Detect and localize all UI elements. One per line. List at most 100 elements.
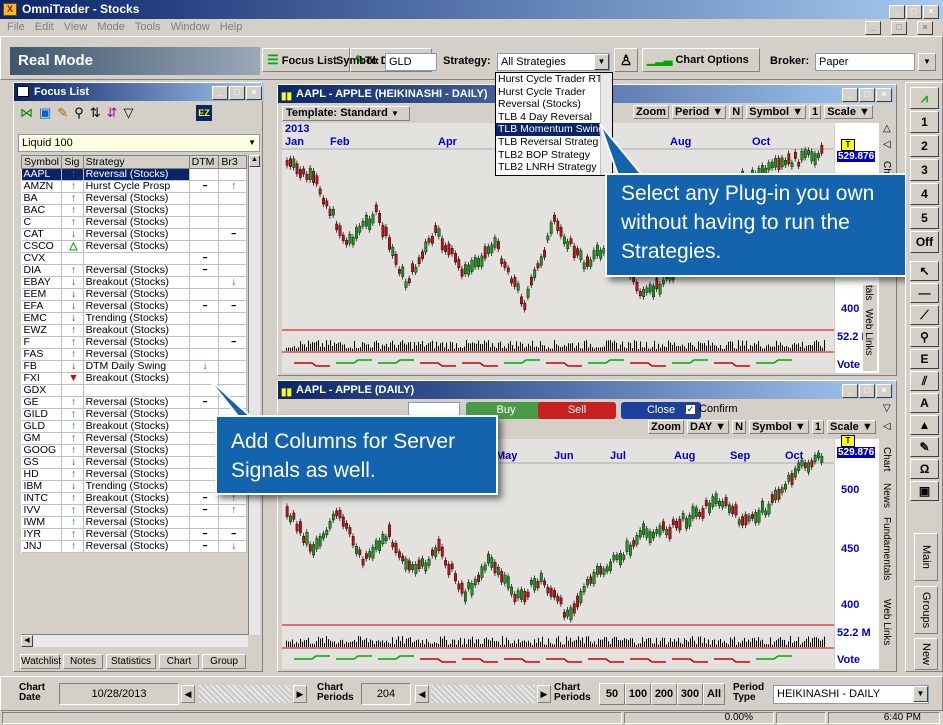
menu-window[interactable]: Window xyxy=(171,21,210,33)
table-row[interactable]: IYR ↑ Reversal (Stocks) ━ ━ xyxy=(21,528,247,541)
ez-button[interactable]: EZ xyxy=(196,105,212,121)
table-row[interactable]: CVX ━ xyxy=(21,252,247,265)
symbol-button[interactable]: Symbol ▼ xyxy=(746,105,806,119)
table-row[interactable]: DIA ↑ Reversal (Stocks) ━ xyxy=(21,264,247,277)
search-icon[interactable]: ⚲ xyxy=(74,105,90,120)
zoom-button[interactable]: Zoom xyxy=(633,105,669,119)
scroll-left-icon[interactable]: ◀ xyxy=(21,635,33,647)
scroll-up-icon[interactable]: ▲ xyxy=(249,155,260,167)
table-row[interactable]: EWZ ↑ Breakout (Stocks) xyxy=(21,324,247,337)
strategy-option[interactable]: TLB Momentum Swing xyxy=(496,123,600,136)
fib-icon[interactable]: ⚲ xyxy=(910,327,939,347)
toolbar-expand-button[interactable]: ▼ xyxy=(918,53,936,71)
close-button[interactable]: × xyxy=(923,4,939,19)
one-button[interactable]: 1 xyxy=(811,420,824,434)
chevron-down-icon[interactable]: ▼ xyxy=(594,54,609,70)
cursor-icon[interactable]: ↖ xyxy=(910,261,939,281)
strategy-option[interactable]: TLB2 LNRH Strategy xyxy=(496,161,600,174)
chart1-tab-fundamentals[interactable]: tals xyxy=(863,285,874,301)
user-icon[interactable]: ♙ xyxy=(614,48,638,72)
menu-edit[interactable]: Edit xyxy=(35,21,54,33)
eraser-icon[interactable]: ✎ xyxy=(910,437,939,457)
magnet-icon[interactable]: Ω xyxy=(910,459,939,479)
maximize-button[interactable]: □ xyxy=(906,4,922,19)
menu-file[interactable]: File xyxy=(7,21,25,33)
tab-main[interactable]: Main xyxy=(914,533,938,581)
table-row[interactable]: JNJ ↑ Reversal (Stocks) ━ ↓ xyxy=(21,540,247,553)
tab-watchlist[interactable]: Watchlist xyxy=(20,654,61,669)
table-row[interactable]: HD ↑ Reversal (Stocks) xyxy=(21,468,247,481)
column-header-br3[interactable]: Br3 xyxy=(218,155,247,169)
chevron-left-icon[interactable]: ◀ xyxy=(415,685,429,703)
chart-options-button[interactable]: ▁▂▃ Chart Options xyxy=(642,48,760,72)
tab-group[interactable]: Group xyxy=(202,654,246,669)
text-icon[interactable]: A xyxy=(910,393,939,413)
strategy-option[interactable]: TLB Reversal Strateg xyxy=(496,136,600,149)
line-icon[interactable]: — xyxy=(910,283,939,303)
table-row[interactable]: EFA ↓ Reversal (Stocks) ━ ━ xyxy=(21,300,247,313)
tab-chart[interactable]: Chart xyxy=(159,654,199,669)
mdi-close-button[interactable]: × xyxy=(917,21,933,36)
table-row[interactable]: GOOG↑Reversal (Stocks)↑ xyxy=(21,444,247,457)
chevron-left-icon[interactable]: ◀ xyxy=(181,685,195,703)
sort-icon[interactable]: ⇅ xyxy=(90,105,107,120)
table-row[interactable]: AMZN ↑ Hurst Cycle Prosp ━ ↑ xyxy=(21,180,247,193)
chart1-minimize-button[interactable]: _ xyxy=(842,88,858,103)
table-row[interactable]: FAS ↑ Reversal (Stocks) xyxy=(21,348,247,361)
menu-tools[interactable]: Tools xyxy=(135,21,161,33)
strategy-option[interactable]: TLB 4 Day Reversal xyxy=(496,111,600,124)
periods-300-button[interactable]: 300 xyxy=(677,683,703,705)
chart2-minimize-button[interactable]: _ xyxy=(842,384,858,399)
triangle-icon[interactable]: ▲ xyxy=(910,415,939,435)
table-row[interactable]: EBAY ↓ Breakout (Stocks) ↓ xyxy=(21,276,247,289)
chart2-tab-news[interactable]: News xyxy=(881,483,892,508)
chart2-close-button[interactable]: × xyxy=(876,384,892,399)
chevron-down-icon[interactable]: ▼ xyxy=(913,686,928,702)
watchlist-select[interactable]: Liquid 100 ▼ xyxy=(18,134,260,152)
table-row[interactable]: GM ↑ Reversal (Stocks) xyxy=(21,432,247,445)
symbol-input[interactable]: GLD xyxy=(385,53,437,71)
table-row[interactable]: CSCO △ Reversal (Stocks) xyxy=(21,240,247,253)
table-row[interactable]: GS↓Reversal (Stocks)━ xyxy=(21,456,247,469)
triangle-left-icon[interactable]: ◁ xyxy=(883,421,891,432)
tab-notes[interactable]: Notes xyxy=(63,654,103,669)
sell-button[interactable]: Sell xyxy=(538,402,616,419)
filter-icon[interactable]: ▽ xyxy=(124,105,140,120)
trendline-icon[interactable]: ⟋ xyxy=(910,305,939,325)
chart2-tab-chart[interactable]: Chart xyxy=(881,447,892,471)
strategy-option[interactable]: TLB2 BOP Strategy xyxy=(496,149,600,162)
menu-mode[interactable]: Mode xyxy=(97,21,125,33)
focus-minimize-button[interactable]: _ xyxy=(212,86,228,101)
one-button[interactable]: 1 xyxy=(809,105,822,119)
table-row[interactable]: BA ↑ Reversal (Stocks) xyxy=(21,192,247,205)
table-row[interactable]: IBM↓Trending (Stocks)↓ xyxy=(21,480,247,493)
table-row[interactable]: IWM ↑ Reversal (Stocks) xyxy=(21,516,247,529)
table-row[interactable]: IVV ↑ Reversal (Stocks) ━ ↑ xyxy=(21,504,247,517)
chevron-right-icon[interactable]: ▶ xyxy=(537,685,551,703)
table-row[interactable]: C ↑ Reversal (Stocks) xyxy=(21,216,247,229)
layout-button-off[interactable]: Off xyxy=(910,231,939,253)
tab-statistics[interactable]: Statistics xyxy=(106,654,156,669)
e-icon[interactable]: E xyxy=(910,349,939,369)
table-row[interactable]: EEM ↓ Reversal (Stocks) xyxy=(21,288,247,301)
triangle-left-icon[interactable]: ◁ xyxy=(883,139,891,150)
table-row[interactable]: F ↑ Reversal (Stocks) ━ xyxy=(21,336,247,349)
scale-button[interactable]: Scale ▼ xyxy=(827,420,876,434)
mdi-restore-button[interactable]: □ xyxy=(891,21,907,36)
layout-button-3[interactable]: 3 xyxy=(910,159,939,181)
n-button[interactable]: N xyxy=(729,105,744,119)
triangle-icon[interactable]: △ xyxy=(883,123,891,134)
window-icon[interactable]: ▣ xyxy=(39,105,57,120)
date-scrollbar[interactable] xyxy=(199,685,291,703)
strategy-select[interactable]: All Strategies ▼ xyxy=(497,53,610,71)
menu-help[interactable]: Help xyxy=(220,21,243,33)
sort-desc-icon[interactable]: ⇵ xyxy=(107,105,124,120)
column-header-strategy[interactable]: Strategy xyxy=(82,155,190,169)
periods-all-button[interactable]: All xyxy=(703,683,725,705)
scale-button[interactable]: Scale ▼ xyxy=(824,105,873,119)
chart2-tab-web-links[interactable]: Web Links xyxy=(881,599,892,646)
periods-scrollbar[interactable] xyxy=(431,685,535,703)
channel-icon[interactable]: ⫽ xyxy=(910,371,939,391)
tab-groups[interactable]: Groups xyxy=(914,586,938,634)
layout-button-2[interactable]: 2 xyxy=(910,135,939,157)
